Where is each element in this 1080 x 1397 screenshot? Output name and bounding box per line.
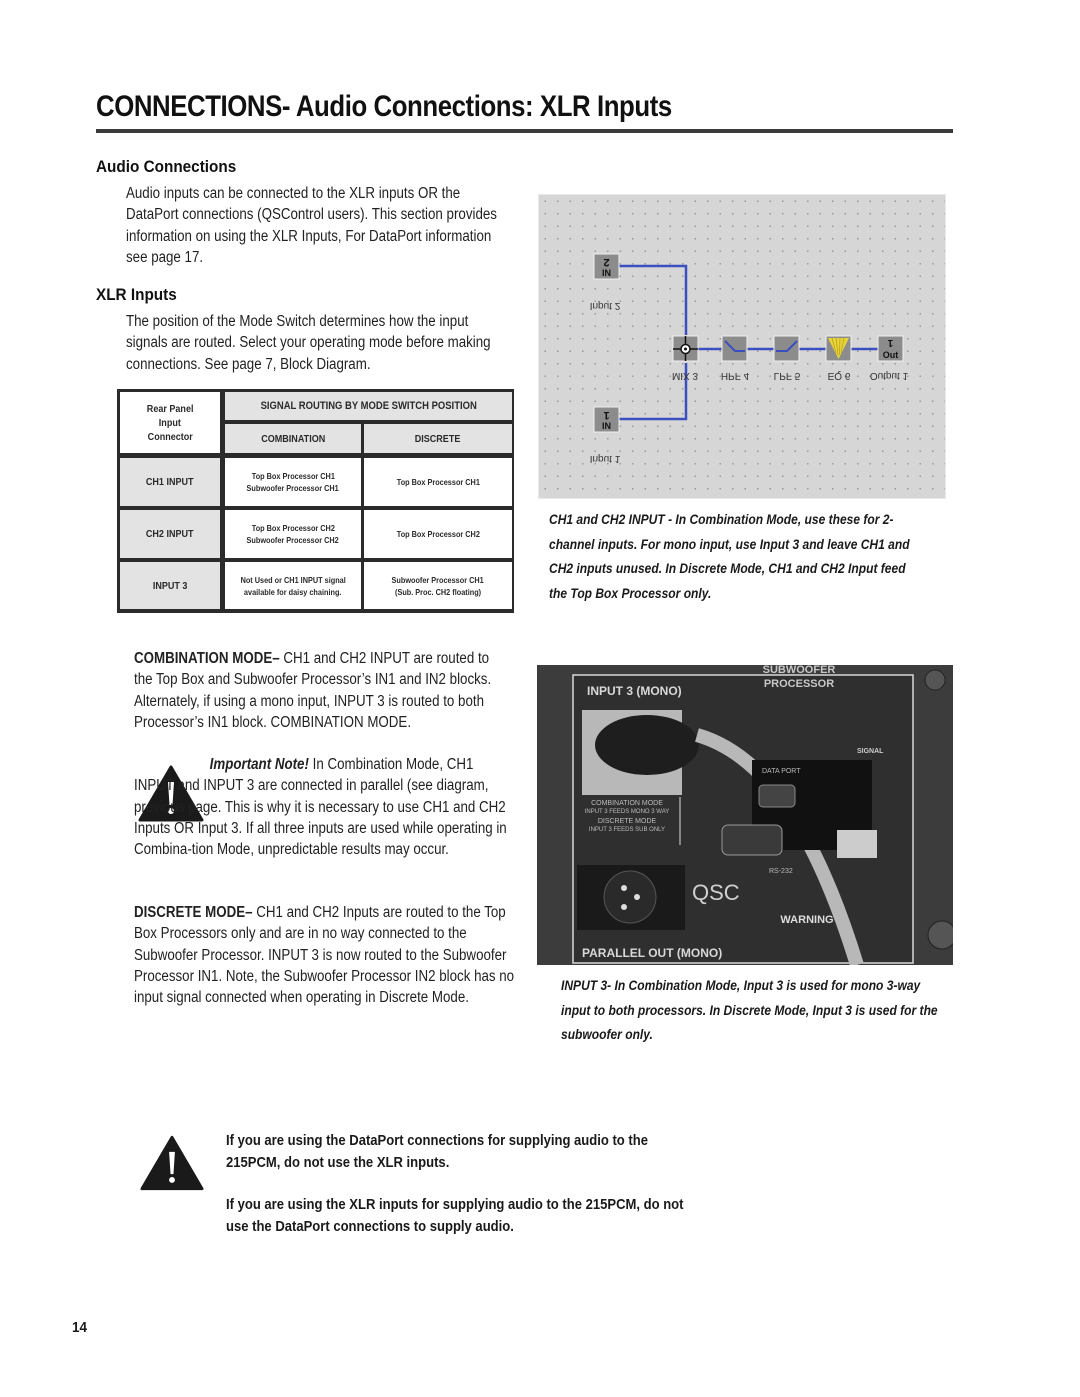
block-eq-6: EQ 6 — [825, 335, 852, 381]
cell-line: Subwoofer Processor CH2 — [246, 535, 340, 545]
table-column-header-combination: COMBINATION — [225, 424, 361, 453]
combination-mode-lead: COMBINATION MODE– — [134, 650, 280, 667]
warning-icon — [140, 1135, 204, 1191]
cell-line: Subwoofer Processor CH1 — [391, 574, 485, 585]
block-glyph: IN — [602, 421, 611, 431]
column-label: DISCRETE — [415, 432, 461, 445]
cell-line: Not Used or CH1 INPUT signal — [240, 574, 346, 585]
cell-line: Subwoofer Processor CH1 — [246, 483, 340, 493]
block-label: Input 1 — [590, 453, 621, 464]
header-connector-line: Connector — [147, 430, 193, 443]
photo-label-input3: INPUT 3 (MONO) — [587, 684, 682, 698]
table-row-input-ch2: CH2 INPUT — [120, 510, 220, 558]
block-mix-3: MIX 3 — [672, 335, 699, 381]
row-input-label: INPUT 3 — [152, 579, 188, 592]
block-lpf-5: LPF 5 — [773, 335, 801, 381]
block-glyph: IN — [602, 268, 611, 278]
block-glyph: 1 — [603, 409, 609, 421]
warning-text: If you are using the XLR inputs for supp… — [226, 1196, 684, 1235]
block-output-1: 1 Out Output 1 — [870, 335, 909, 381]
block-glyph: 1 — [887, 337, 893, 348]
photo-label-rs232: RS-232 — [769, 868, 793, 875]
photo-label-signal: SIGNAL — [857, 748, 884, 755]
important-note-body: In Combination Mode, CH1 INPUT and INPUT… — [134, 756, 507, 859]
block-hpf-4: HPF 4 — [721, 335, 750, 381]
photo-label-discrete-mode-sub: INPUT 3 FEEDS SUB ONLY — [589, 827, 665, 833]
block-label: Input 2 — [590, 300, 621, 311]
block-label: LPF 5 — [774, 370, 801, 381]
table-cell-discrete: Subwoofer Processor CH1 (Sub. Proc. CH2 … — [364, 562, 512, 609]
table-column-header-discrete: DISCRETE — [364, 424, 512, 453]
block-glyph: 2 — [603, 256, 609, 268]
cell-line: Top Box Processor CH2 — [396, 529, 480, 539]
table-header-group: SIGNAL ROUTING BY MODE SWITCH POSITION — [225, 392, 512, 420]
column-label: COMBINATION — [260, 432, 326, 445]
photo-caption: INPUT 3- In Combination Mode, Input 3 is… — [561, 973, 941, 1047]
xlr-warning: If you are using the XLR inputs for supp… — [226, 1194, 686, 1238]
audio-connections-text: Audio inputs can be connected to the XLR… — [126, 183, 508, 268]
table-cell-discrete: Top Box Processor CH2 — [364, 510, 512, 558]
title-rule — [96, 129, 953, 133]
photo-label-combination-mode-sub: INPUT 3 FEEDS MONO 3 WAY — [585, 809, 670, 815]
photo-label-combination-mode: COMBINATION MODE — [591, 800, 663, 807]
row-input-label: CH2 INPUT — [146, 528, 194, 540]
photo-label-sub-processor: PROCESSOR — [764, 678, 834, 690]
header-group-label: SIGNAL ROUTING BY MODE SWITCH POSITION — [260, 400, 477, 412]
block-glyph: Out — [883, 350, 899, 360]
block-label: Output 1 — [870, 370, 909, 381]
cell-line: Top Box Processor CH2 — [251, 523, 335, 533]
block-input-2: 2 IN Input 2 — [590, 253, 621, 311]
photo-label-warning: WARNING — [780, 914, 833, 926]
block-label: HPF 4 — [721, 370, 750, 381]
row-input-label: CH1 INPUT — [146, 476, 194, 488]
page-title: CONNECTIONS- Audio Connections: XLR Inpu… — [96, 90, 672, 123]
combination-mode-text: COMBINATION MODE– CH1 and CH2 INPUT are … — [134, 648, 512, 733]
dataport-warning: If you are using the DataPort connection… — [226, 1130, 686, 1174]
xlr-inputs-body: The position of the Mode Switch determin… — [126, 313, 491, 373]
important-note: Important Note! In Combination Mode, CH1… — [134, 754, 512, 860]
discrete-mode-lead: DISCRETE MODE– — [134, 904, 253, 921]
caption-text: CH1 and CH2 INPUT - In Combination Mode,… — [549, 511, 910, 601]
cell-line: available for daisy chaining. — [244, 586, 342, 597]
table-cell-combination: Not Used or CH1 INPUT signal available f… — [225, 562, 361, 609]
table-cell-combination: Top Box Processor CH1 Subwoofer Processo… — [225, 458, 361, 506]
photo-label-brand: QSC — [692, 880, 740, 905]
header-connector-line: Rear Panel — [146, 402, 194, 415]
warning-text: If you are using the DataPort connection… — [226, 1132, 648, 1171]
page-number: 14 — [72, 1319, 88, 1336]
photo-label-parallel-out: PARALLEL OUT (MONO) — [582, 946, 722, 960]
cell-line: Top Box Processor CH1 — [396, 477, 480, 487]
table-row-input-ch1: CH1 INPUT — [120, 458, 220, 506]
audio-connections-body: Audio inputs can be connected to the XLR… — [126, 185, 497, 266]
signal-routing-table: Rear Panel Input Connector SIGNAL ROUTIN… — [117, 389, 514, 613]
photo-label-discrete-mode: DISCRETE MODE — [598, 818, 657, 825]
photo-label-sub-processor: SUBWOOFER — [763, 665, 836, 676]
block-diagram: 2 IN Input 2 1 IN Input 1 MIX 3 HPF 4 LP… — [538, 194, 946, 499]
xlr-inputs-text: The position of the Mode Switch determin… — [126, 311, 508, 375]
section-heading-xlr-inputs: XLR Inputs — [96, 285, 177, 304]
block-diagram-caption: CH1 and CH2 INPUT - In Combination Mode,… — [549, 507, 921, 605]
table-header-connector: Rear Panel Input Connector — [120, 392, 220, 453]
block-input-1: 1 IN Input 1 — [590, 406, 621, 464]
caption-text: INPUT 3- In Combination Mode, Input 3 is… — [561, 977, 938, 1042]
cell-line: Top Box Processor CH1 — [251, 471, 335, 481]
block-label: EQ 6 — [828, 370, 851, 381]
discrete-mode-text: DISCRETE MODE– CH1 and CH2 Inputs are ro… — [134, 902, 516, 1008]
table-row-input-3: INPUT 3 — [120, 562, 220, 609]
cell-line: (Sub. Proc. CH2 floating) — [394, 586, 482, 597]
rear-panel-photo: SUBWOOFER PROCESSOR INPUT 3 (MONO) COMBI… — [537, 665, 953, 965]
important-note-lead: Important Note! — [209, 756, 309, 773]
section-heading-audio-connections: Audio Connections — [96, 157, 237, 176]
header-connector-line: Input — [158, 416, 182, 429]
block-label: MIX 3 — [672, 370, 699, 381]
photo-label-data-port: DATA PORT — [762, 768, 801, 775]
table-cell-discrete: Top Box Processor CH1 — [364, 458, 512, 506]
wire-input2-to-mix — [619, 264, 688, 335]
table-cell-combination: Top Box Processor CH2 Subwoofer Processo… — [225, 510, 361, 558]
